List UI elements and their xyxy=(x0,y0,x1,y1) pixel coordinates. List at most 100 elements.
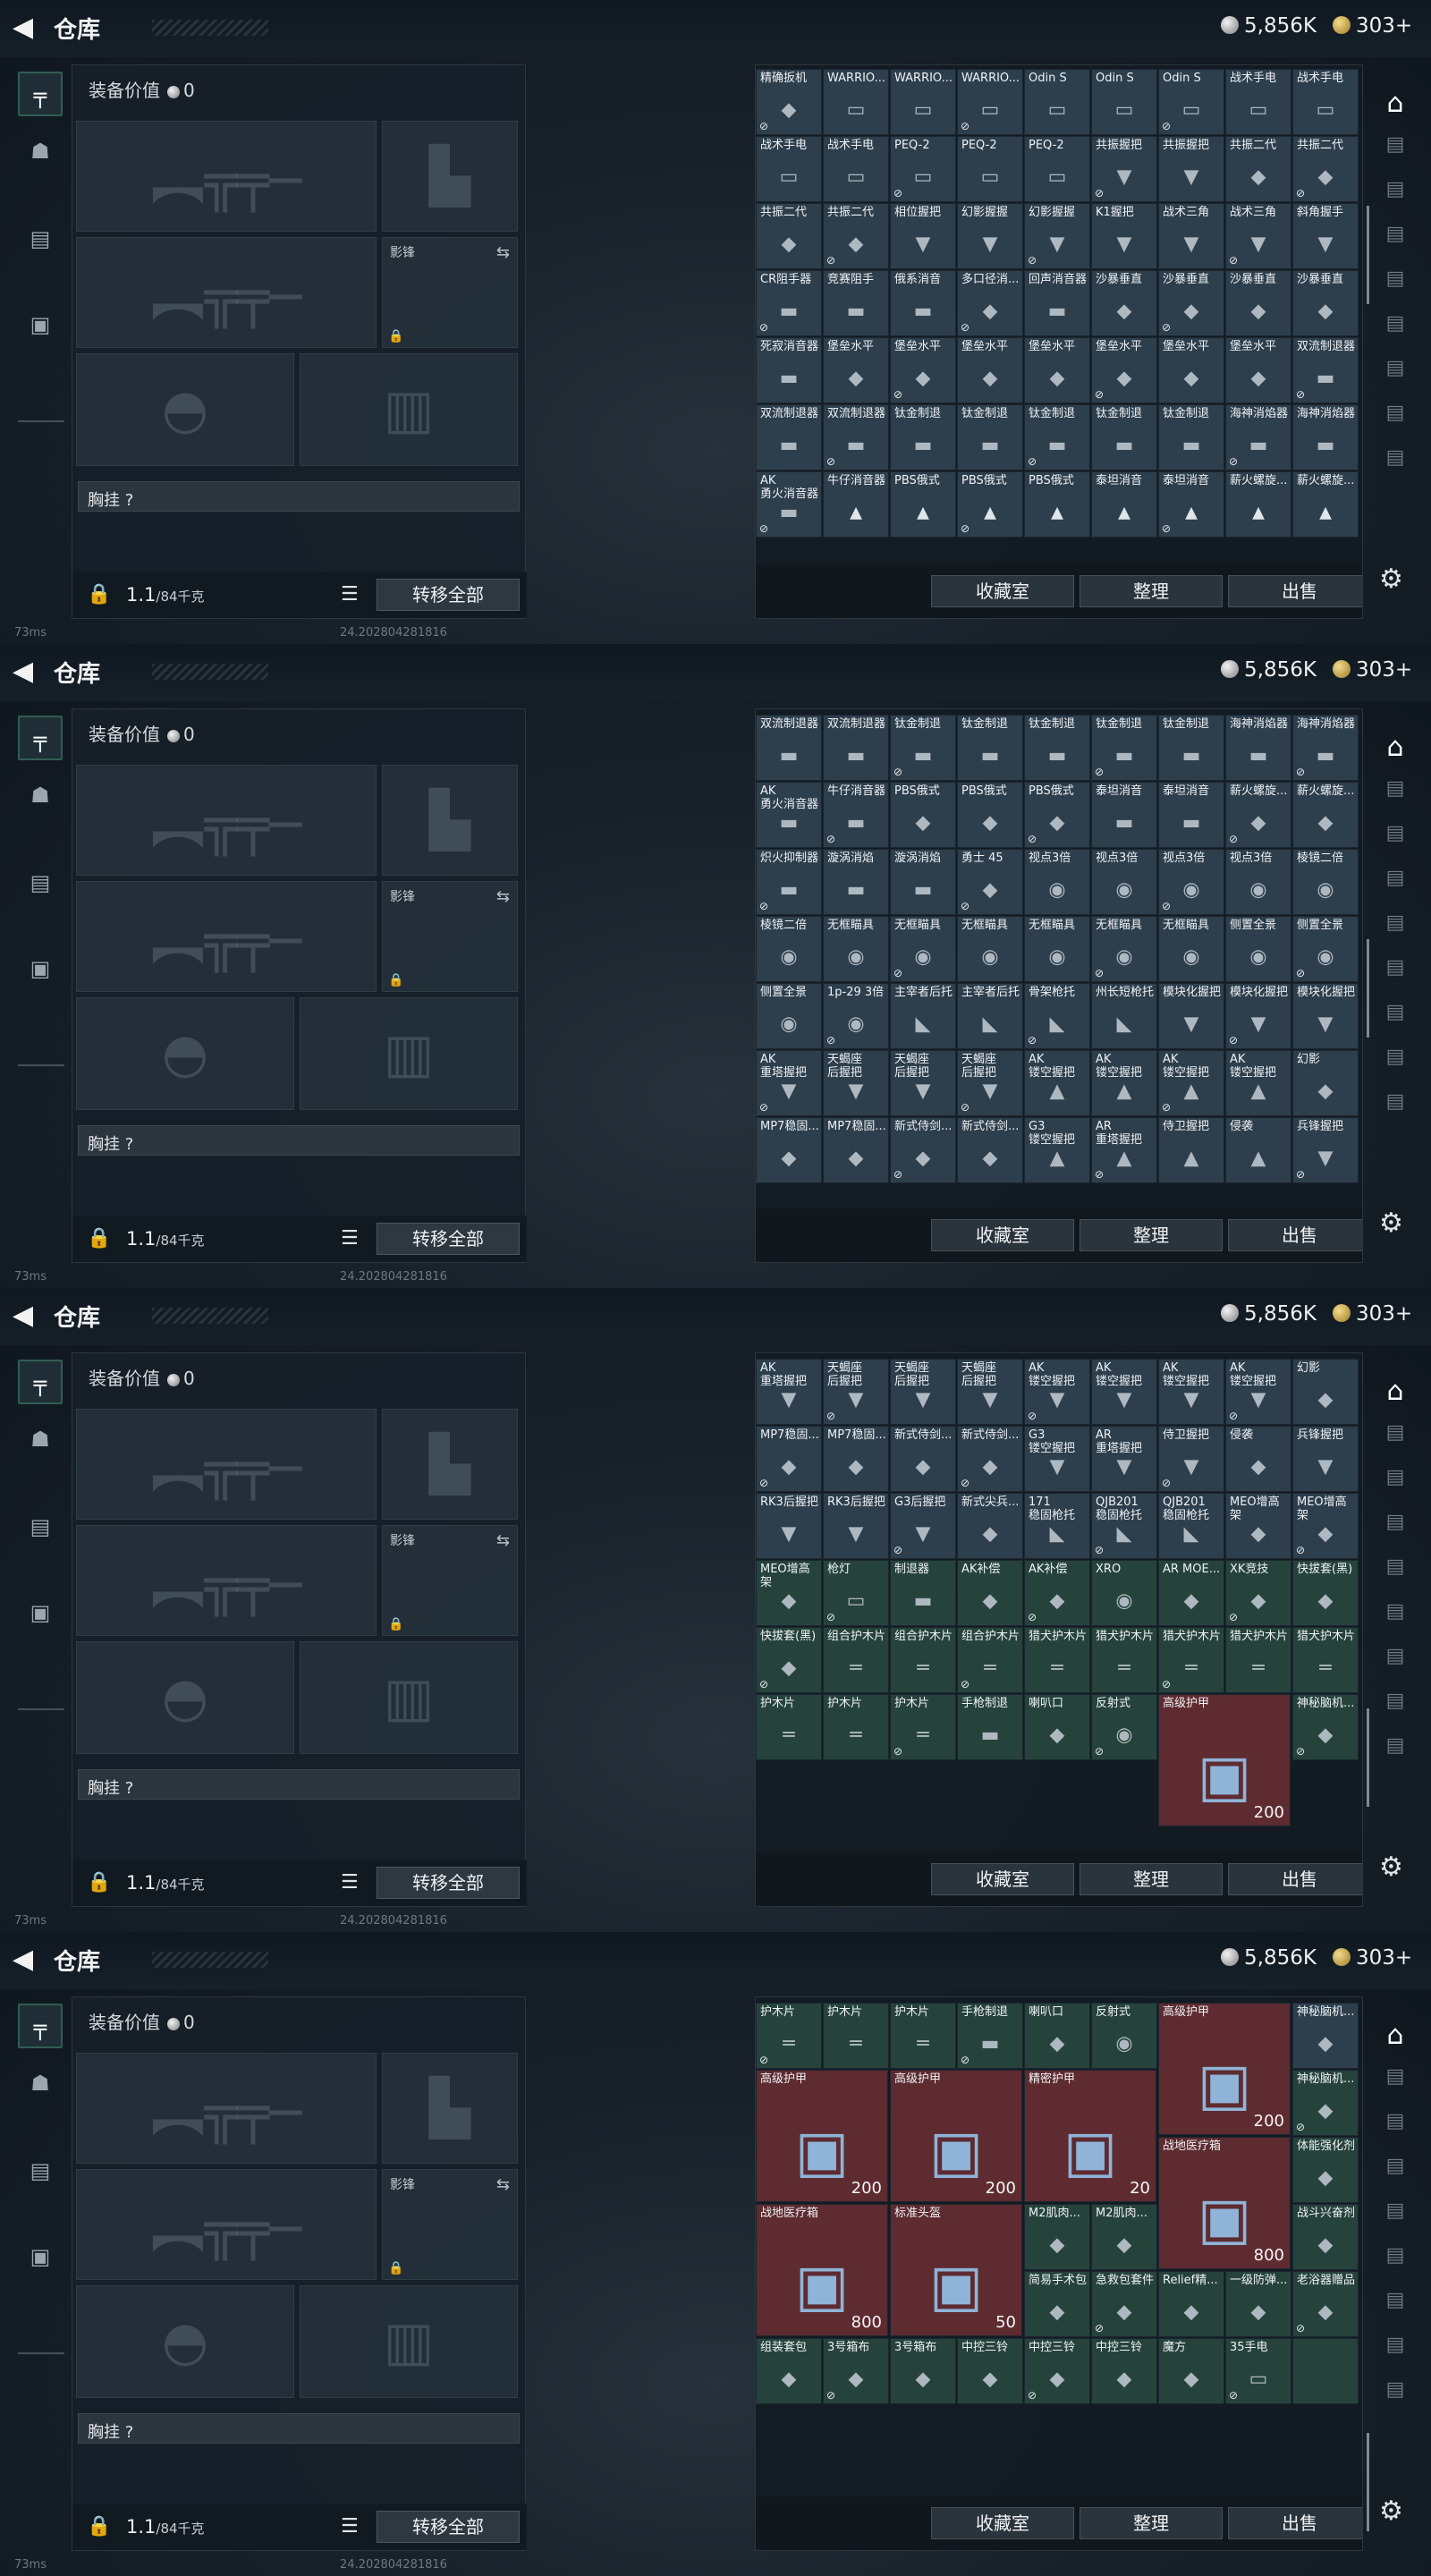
transfer-all-button[interactable]: 转移全部 xyxy=(377,579,520,611)
inventory-item[interactable]: 幻影握握 ▼ ⊘ xyxy=(1024,203,1090,269)
inventory-scrollbar[interactable] xyxy=(1367,1708,1369,1807)
inventory-item[interactable]: AR 重塔握把 ▼ xyxy=(1091,1426,1157,1492)
inventory-item[interactable]: PBS俄式 ◆ xyxy=(957,782,1023,848)
tab-briefcase[interactable]: ▣ xyxy=(18,2234,63,2279)
settings-gear-icon[interactable]: ⚙ xyxy=(1379,1208,1403,1239)
inventory-item[interactable]: 战术三角 ▼ ⊘ xyxy=(1225,203,1291,269)
inventory-item[interactable]: 勇士 45 ◆ ⊘ xyxy=(957,849,1023,915)
inventory-item[interactable]: 薪火螺旋... ◆ xyxy=(1292,782,1359,848)
transfer-all-button[interactable]: 转移全部 xyxy=(377,2511,520,2543)
inventory-item[interactable]: 猎犬护木片 ═ ⊘ xyxy=(1158,1627,1224,1693)
inventory-item[interactable]: 手枪制退 ▬ xyxy=(957,1694,1023,1760)
melee-slot[interactable]: 影锋 ⇆ 🔒 xyxy=(382,1525,518,1636)
storage-main-icon[interactable]: ⌂ xyxy=(1377,730,1413,766)
settings-gear-icon[interactable]: ⚙ xyxy=(1379,564,1403,595)
gold-currency[interactable]: 303+ xyxy=(1333,1302,1412,1326)
inventory-item[interactable]: 新式尖兵... ◆ xyxy=(957,1493,1023,1559)
inventory-item[interactable]: 牛仔消音器 ▬ ⊘ xyxy=(823,782,889,848)
inventory-item[interactable]: 薪火螺旋... ▲ xyxy=(1292,471,1359,538)
storage-box-icon[interactable]: ▤ xyxy=(1377,860,1413,896)
inventory-item[interactable]: WARRIO... ▭ xyxy=(890,69,956,135)
pistol-slot[interactable]: ▙ xyxy=(382,2053,518,2164)
inventory-item[interactable]: CR阻手器 ▬ ⊘ xyxy=(756,270,822,336)
storage-grid-icon[interactable]: ▤ xyxy=(1377,1415,1413,1451)
inventory-item[interactable]: 双流制退器 ▬ ⊘ xyxy=(1292,337,1359,403)
storage-case-icon[interactable]: ▤ xyxy=(1377,2193,1413,2229)
inventory-item[interactable]: 无框瞄具 ◉ xyxy=(957,916,1023,982)
helmet-slot[interactable]: ◓ xyxy=(76,353,294,466)
inventory-item[interactable]: 高级护甲 ▣ 200 xyxy=(1158,1694,1291,1826)
inventory-item[interactable]: QJB201 稳固枪托 ◣ ⊘ xyxy=(1091,1493,1157,1559)
list-icon[interactable]: ☰ xyxy=(341,1871,359,1894)
storage-folder-icon[interactable]: ▤ xyxy=(1377,2283,1413,2318)
inventory-item[interactable]: Odin S ▭ xyxy=(1024,69,1090,135)
inventory-item[interactable]: 3号箱布 ◆ xyxy=(890,2338,956,2404)
melee-slot[interactable]: 影锋 ⇆ 🔒 xyxy=(382,881,518,992)
inventory-item[interactable]: AK补偿 ◆ ⊘ xyxy=(1024,1560,1090,1626)
back-arrow-icon[interactable]: ◀ xyxy=(13,1301,43,1331)
storage-list-icon[interactable]: ▤ xyxy=(1377,1460,1413,1496)
inventory-item[interactable]: 骨架枪托 ◣ ⊘ xyxy=(1024,983,1090,1049)
inventory-item[interactable]: 堡垒水平 ◆ xyxy=(1024,337,1090,403)
storage-box-icon[interactable]: ▤ xyxy=(1377,216,1413,252)
pistol-slot[interactable]: ▙ xyxy=(382,765,518,876)
tab-vest[interactable]: ▤ xyxy=(18,1504,63,1549)
inventory-item[interactable]: 沙暴垂直 ◆ xyxy=(1292,270,1359,336)
inventory-item[interactable]: 侧置全景 ◉ ⊘ xyxy=(1292,916,1359,982)
inventory-item[interactable]: 钛金制退 ▬ xyxy=(957,715,1023,781)
inventory-item[interactable]: 州长短枪托 ◣ xyxy=(1091,983,1157,1049)
storage-folder-icon[interactable]: ▤ xyxy=(1377,1683,1413,1719)
inventory-item[interactable]: 新式侍剑... ◆ xyxy=(957,1117,1023,1183)
inventory-item[interactable]: 魔方 ◆ xyxy=(1158,2338,1224,2404)
inventory-item[interactable]: XRO ◉ xyxy=(1091,1560,1157,1626)
inventory-item[interactable]: 老浴器赠品 ◆ ⊘ xyxy=(1292,2271,1359,2337)
armor-slot[interactable]: ▥ xyxy=(300,353,518,466)
inventory-item[interactable]: 猎犬护木片 ═ xyxy=(1024,1627,1090,1693)
inventory-item[interactable]: 组合护木片 ═ ⊘ xyxy=(957,1627,1023,1693)
inventory-item[interactable]: Relief精... ◆ xyxy=(1158,2271,1224,2337)
secondary-weapon-slot[interactable]: ︻╦╤─ xyxy=(76,237,377,348)
inventory-item[interactable]: 钛金制退 ▬ xyxy=(1158,404,1224,470)
inventory-item[interactable]: AK补偿 ◆ xyxy=(957,1560,1023,1626)
storage-list-icon[interactable]: ▤ xyxy=(1377,816,1413,852)
inventory-item[interactable]: 快拔套(黑) ◆ xyxy=(1292,1560,1359,1626)
secondary-weapon-slot[interactable]: ︻╦╤─ xyxy=(76,1525,377,1636)
inventory-item[interactable]: 钛金制退 ▬ xyxy=(1024,715,1090,781)
inventory-item[interactable]: 组装套包 ◆ xyxy=(756,2338,822,2404)
inventory-scrollbar[interactable] xyxy=(1367,206,1369,304)
inventory-item[interactable]: QJB201 稳固枪托 ◣ xyxy=(1158,1493,1224,1559)
inventory-item[interactable]: 猎犬护木片 ═ xyxy=(1292,1627,1359,1693)
inventory-item[interactable]: 无框瞄具 ◉ xyxy=(1024,916,1090,982)
tab-gun[interactable]: ╤ xyxy=(18,72,63,116)
inventory-item[interactable]: 双流制退器 ▬ ⊘ xyxy=(823,404,889,470)
inventory-item[interactable]: 天蝎座 后握把 ▼ xyxy=(957,1359,1023,1425)
organize-button[interactable]: 整理 xyxy=(1080,575,1223,607)
list-icon[interactable]: ☰ xyxy=(341,2515,359,2538)
inventory-item[interactable]: 护木片 ═ xyxy=(756,1694,822,1760)
inventory-item[interactable]: 海神消焰器 ▬ xyxy=(1292,404,1359,470)
inventory-item[interactable]: AR MOE... ◆ xyxy=(1158,1560,1224,1626)
inventory-item[interactable]: PEQ-2 ▭ xyxy=(1024,136,1090,202)
sell-button[interactable]: 出售 xyxy=(1228,575,1362,607)
inventory-item[interactable]: 泰坦消音 ▬ xyxy=(1091,782,1157,848)
storage-grid-icon[interactable]: ▤ xyxy=(1377,127,1413,163)
back-arrow-icon[interactable]: ◀ xyxy=(13,13,43,43)
inventory-item[interactable]: 战术手电 ▭ xyxy=(823,136,889,202)
inventory-item[interactable]: 战斗兴奋剂 ◆ xyxy=(1292,2204,1359,2270)
storage-folder-icon[interactable]: ▤ xyxy=(1377,351,1413,386)
inventory-item[interactable]: 新式侍剑... ◆ ⊘ xyxy=(890,1117,956,1183)
storage-folder-icon[interactable]: ▤ xyxy=(1377,2327,1413,2363)
primary-weapon-slot[interactable]: ︻╦╤─ xyxy=(76,2053,377,2164)
inventory-item[interactable]: 战地医疗箱 ▣ 800 xyxy=(1158,2137,1291,2269)
inventory-item[interactable]: 战地医疗箱 ▣ 800 xyxy=(756,2204,888,2336)
inventory-item[interactable]: RK3后握把 ▼ xyxy=(756,1493,822,1559)
swap-icon[interactable]: ⇆ xyxy=(496,887,510,906)
inventory-item[interactable]: 简易手术包 ◆ xyxy=(1024,2271,1090,2337)
inventory-item[interactable]: 兵锋握把 ▼ ⊘ xyxy=(1292,1117,1359,1183)
inventory-item[interactable]: 共振二代 ◆ ⊘ xyxy=(823,203,889,269)
sell-button[interactable]: 出售 xyxy=(1228,2507,1362,2539)
storage-case-icon[interactable]: ▤ xyxy=(1377,1549,1413,1585)
inventory-item[interactable]: 高级护甲 ▣ 200 xyxy=(890,2070,1022,2202)
inventory-item[interactable]: 漩涡消焰 ▬ xyxy=(823,849,889,915)
armor-slot[interactable]: ▥ xyxy=(300,1641,518,1754)
